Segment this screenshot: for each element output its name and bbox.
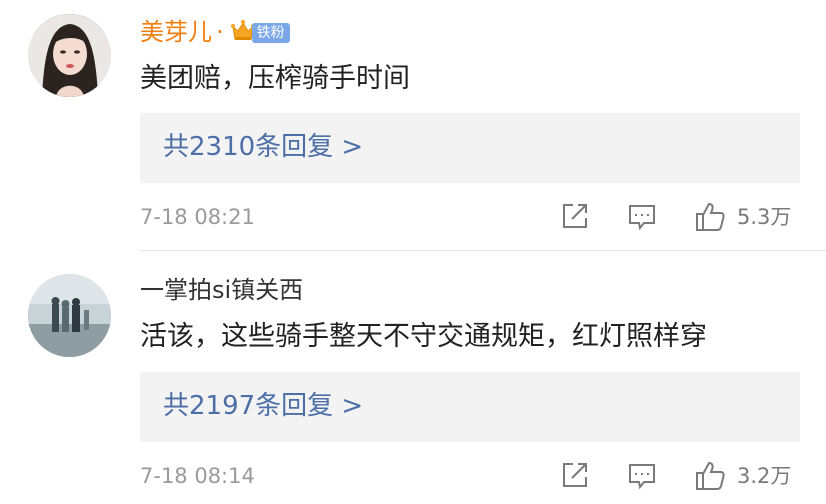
share-icon [563, 463, 587, 487]
fan-badge: 铁粉 [251, 23, 290, 43]
comment-text: 活该，这些骑手整天不守交通规矩，红灯照样穿 [140, 321, 707, 352]
share-button[interactable] [560, 460, 590, 492]
timestamp: 7-18 08:21 [140, 205, 255, 229]
view-replies-link[interactable]: 共2197条回复 > [163, 389, 363, 423]
avatar-photo [28, 274, 111, 357]
like-icon [696, 202, 725, 231]
view-replies-link[interactable]: 共2310条回复 > [163, 130, 363, 164]
share-button[interactable] [560, 201, 590, 233]
like-icon [696, 461, 725, 490]
divider [140, 250, 826, 251]
timestamp: 7-18 08:14 [140, 464, 255, 488]
avatar[interactable] [28, 14, 111, 97]
avatar[interactable] [28, 274, 111, 357]
username[interactable]: 一掌拍si镇关西 [140, 275, 303, 305]
like-count: 5.3万 [737, 205, 792, 229]
replies-box[interactable]: 共2310条回复 > [140, 113, 800, 183]
comment-button[interactable] [627, 460, 657, 492]
comment-icon [629, 205, 655, 231]
comment-text: 美团赔，压榨骑手时间 [140, 63, 410, 94]
like-count: 3.2万 [737, 464, 792, 488]
username-text[interactable]: 一掌拍si镇关西 [140, 276, 303, 304]
share-icon [563, 204, 587, 228]
avatar-portrait [28, 14, 111, 97]
username[interactable]: 美芽儿 · 铁粉 [140, 17, 290, 47]
replies-box[interactable]: 共2197条回复 > [140, 372, 800, 442]
comment-icon [629, 464, 655, 490]
comment-item: 一掌拍si镇关西 活该，这些骑手整天不守交通规矩，红灯照样穿 共2197条回复 … [0, 252, 826, 504]
comment-button[interactable] [627, 201, 657, 233]
like-button[interactable]: 5.3万 [694, 201, 804, 233]
name-separator: · [216, 18, 224, 46]
like-button[interactable]: 3.2万 [694, 460, 804, 492]
comment-item: 美芽儿 · 铁粉 美团赔，压榨骑手时间 共2310条回复 > 7-18 08:21… [0, 0, 826, 252]
username-text[interactable]: 美芽儿 [140, 18, 212, 46]
